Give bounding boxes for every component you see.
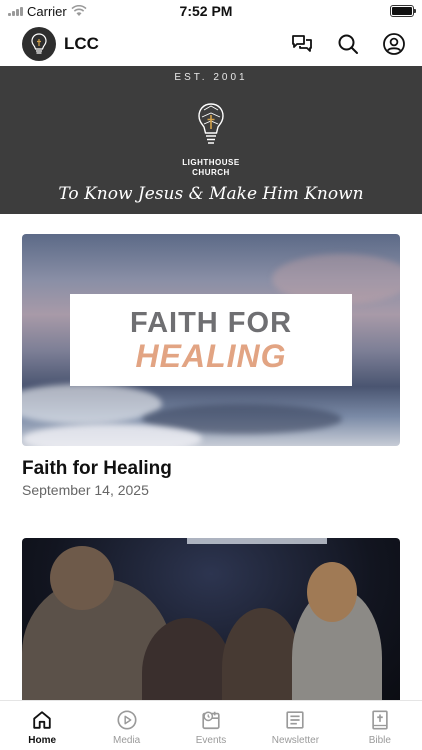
church-name-line2: CHURCH	[192, 168, 230, 177]
tab-media[interactable]: Media	[84, 701, 168, 750]
status-time: 7:52 PM	[179, 3, 233, 19]
wifi-icon	[71, 5, 87, 16]
graphic-title-line2: HEALING	[135, 338, 287, 374]
app-title: LCC	[64, 34, 99, 53]
sermon-date: September 14, 2025	[22, 482, 149, 498]
play-icon	[117, 710, 137, 730]
tab-newsletter-label: Newsletter	[271, 735, 320, 746]
header-actions	[290, 32, 406, 56]
stage-light	[187, 538, 327, 544]
tab-newsletter[interactable]: Newsletter	[253, 701, 337, 750]
lighthouse-bulb-icon	[31, 33, 47, 54]
sermon-card[interactable]: FAITH FOR HEALING Faith for Healing Sept…	[22, 234, 400, 498]
app-header: LCC	[0, 22, 422, 66]
graphic-title-line1: FAITH FOR	[129, 307, 293, 339]
worship-card-image[interactable]	[22, 538, 400, 700]
sermon-card-image[interactable]: FAITH FOR HEALING	[22, 234, 400, 446]
tab-home-label: Home	[28, 735, 57, 746]
feed-card[interactable]	[22, 538, 400, 700]
newsletter-icon	[286, 711, 305, 729]
tab-bible-label: Bible	[368, 735, 391, 746]
established-label: EST. 2001	[174, 72, 248, 83]
tab-bar: Home Media Events Newsletter Bible	[0, 700, 422, 750]
person-silhouette	[50, 546, 114, 610]
church-tagline: To Know Jesus & Make Him Known	[58, 184, 364, 204]
cloud-shape	[22, 424, 202, 446]
sermon-title[interactable]: Faith for Healing	[22, 458, 400, 480]
tab-bible[interactable]: Bible	[338, 701, 422, 750]
lighthouse-logo-icon	[198, 103, 224, 144]
person-silhouette	[307, 562, 357, 622]
events-icon	[202, 711, 220, 730]
tab-events[interactable]: Events	[169, 701, 253, 750]
tab-events-label: Events	[195, 735, 227, 746]
battery-icon	[390, 5, 416, 17]
chat-button[interactable]	[290, 32, 314, 56]
search-button[interactable]	[336, 32, 360, 56]
status-left: Carrier	[8, 4, 158, 19]
chat-icon	[292, 35, 312, 52]
church-name: LIGHTHOUSE CHURCH	[0, 158, 422, 178]
status-right	[264, 5, 416, 17]
home-icon	[33, 711, 51, 729]
tab-home[interactable]: Home	[0, 701, 84, 750]
tab-media-label: Media	[112, 735, 141, 746]
church-name-line1: LIGHTHOUSE	[182, 158, 240, 167]
search-icon	[338, 34, 358, 54]
app-logo[interactable]	[22, 27, 56, 61]
carrier-label: Carrier	[27, 3, 67, 19]
sermon-title-graphic: FAITH FOR HEALING	[70, 294, 352, 386]
signal-icon	[8, 6, 23, 16]
user-icon	[383, 33, 405, 55]
status-bar: Carrier 7:52 PM	[0, 0, 422, 22]
bible-icon	[372, 710, 388, 730]
content-feed[interactable]: FAITH FOR HEALING Faith for Healing Sept…	[0, 214, 422, 700]
church-banner: EST. 2001 LIGHTHOUSE CHURCH To Know Jesu…	[0, 66, 422, 214]
profile-button[interactable]	[382, 32, 406, 56]
